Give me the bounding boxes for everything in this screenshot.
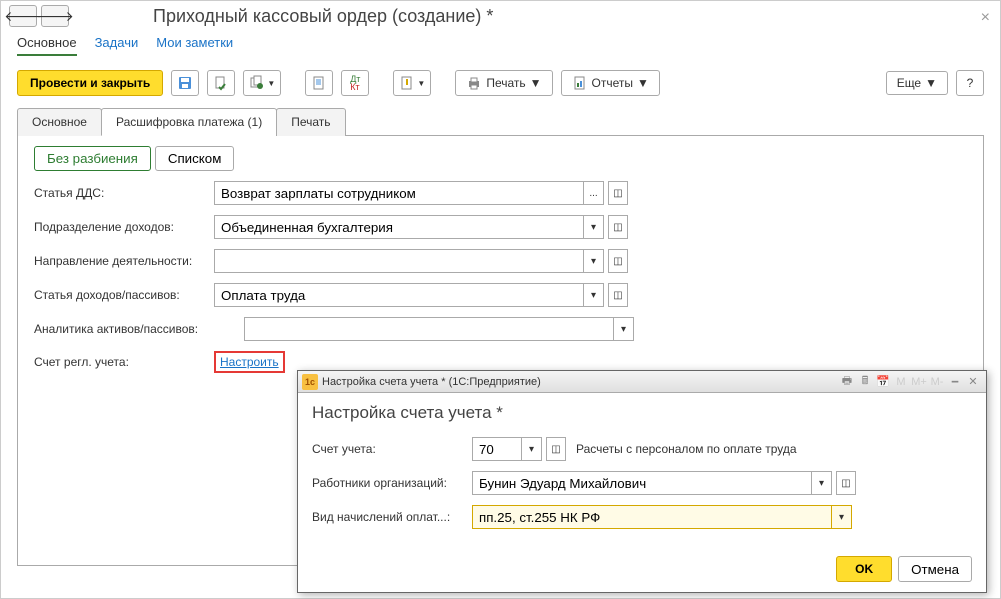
label-account: Счет регл. учета:: [34, 355, 214, 369]
input-dept-open[interactable]: ◫: [608, 215, 628, 239]
configure-link[interactable]: Настроить: [214, 351, 285, 373]
d-input-account[interactable]: [472, 437, 522, 461]
paperclip-icon: [399, 75, 415, 91]
report-icon: [572, 75, 588, 91]
d-label-worker: Работники организаций:: [312, 476, 472, 490]
dialog-mminus-button[interactable]: M-: [928, 374, 946, 390]
label-analytics: Аналитика активов/пассивов:: [34, 322, 244, 336]
row-dds: Статья ДДС: ... ◫: [34, 181, 967, 205]
d-input-paytype[interactable]: [472, 505, 832, 529]
account-settings-dialog: 1c Настройка счета учета * (1С:Предприят…: [297, 370, 987, 593]
dialog-minimize-icon[interactable]: 🗕: [946, 374, 964, 390]
print-button[interactable]: Печать▼: [455, 70, 552, 96]
create-based-on-button[interactable]: ▼: [243, 70, 281, 96]
printer-icon: [466, 75, 482, 91]
more-button[interactable]: Еще▼: [886, 71, 948, 95]
back-button[interactable]: 🡐: [9, 5, 37, 27]
row-dept: Подразделение доходов: ▾ ◫: [34, 215, 967, 239]
input-dds-open[interactable]: ◫: [608, 181, 628, 205]
d-input-account-dropdown[interactable]: ▾: [522, 437, 542, 461]
tab-payment-detail[interactable]: Расшифровка платежа (1): [101, 108, 277, 136]
d-input-worker[interactable]: [472, 471, 812, 495]
attach-button[interactable]: ▼: [393, 70, 431, 96]
dialog-close-icon[interactable]: ✕: [964, 374, 982, 390]
forward-button[interactable]: 🡒: [41, 5, 69, 27]
d-input-worker-open[interactable]: ◫: [836, 471, 856, 495]
dialog-ok-button[interactable]: OK: [836, 556, 892, 582]
nav-main[interactable]: Основное: [17, 35, 77, 56]
nav-row: 🡐 🡒 Приходный кассовый ордер (создание) …: [1, 1, 1000, 31]
input-dds[interactable]: [214, 181, 584, 205]
dialog-print-icon[interactable]: 🖶: [838, 374, 856, 390]
dialog-footer: OK Отмена: [836, 556, 972, 582]
label-dept: Подразделение доходов:: [34, 220, 214, 234]
help-button[interactable]: ?: [956, 70, 984, 96]
doc-button-1[interactable]: [305, 70, 333, 96]
input-income[interactable]: [214, 283, 584, 307]
tabs: Основное Расшифровка платежа (1) Печать: [17, 107, 984, 136]
d-row-worker: Работники организаций: ▾ ◫: [312, 471, 972, 495]
input-activity-dropdown[interactable]: ▾: [584, 249, 604, 273]
dialog-cancel-button[interactable]: Отмена: [898, 556, 972, 582]
save-button[interactable]: [171, 70, 199, 96]
input-dept-dropdown[interactable]: ▾: [584, 215, 604, 239]
mode-single-button[interactable]: Без разбиения: [34, 146, 151, 171]
d-input-paytype-dropdown[interactable]: ▾: [832, 505, 852, 529]
toolbar: Провести и закрыть ▼ ДтКт ▼ Печать▼ Отче…: [1, 64, 1000, 107]
row-analytics: Аналитика активов/пассивов: ▾: [34, 317, 967, 341]
app-icon: 1c: [302, 374, 318, 390]
floppy-icon: [177, 75, 193, 91]
d-input-worker-dropdown[interactable]: ▾: [812, 471, 832, 495]
input-activity-open[interactable]: ◫: [608, 249, 628, 273]
post-and-close-button[interactable]: Провести и закрыть: [17, 70, 163, 96]
dtct-icon: ДтКт: [350, 75, 360, 91]
tab-main[interactable]: Основное: [17, 108, 102, 136]
nav-links: Основное Задачи Мои заметки: [1, 31, 1000, 64]
d-input-account-open[interactable]: ◫: [546, 437, 566, 461]
label-income: Статья доходов/пассивов:: [34, 288, 214, 302]
reports-button[interactable]: Отчеты▼: [561, 70, 660, 96]
dialog-body: Настройка счета учета * Счет учета: ▾ ◫ …: [298, 393, 986, 549]
d-label-paytype: Вид начислений оплат...:: [312, 510, 472, 524]
d-row-paytype: Вид начислений оплат...: ▾: [312, 505, 972, 529]
tab-print[interactable]: Печать: [276, 108, 345, 136]
input-analytics-dropdown[interactable]: ▾: [614, 317, 634, 341]
dialog-titlebar: 1c Настройка счета учета * (1С:Предприят…: [298, 371, 986, 393]
dtct-button[interactable]: ДтКт: [341, 70, 369, 96]
documents-icon: [249, 75, 265, 91]
nav-tasks[interactable]: Задачи: [95, 35, 139, 56]
dialog-calc-icon[interactable]: 🖩: [856, 374, 874, 390]
dialog-heading: Настройка счета учета *: [312, 403, 972, 423]
d-row-account: Счет учета: ▾ ◫ Расчеты с персоналом по …: [312, 437, 972, 461]
mode-buttons: Без разбиения Списком: [34, 146, 967, 171]
input-activity[interactable]: [214, 249, 584, 273]
dialog-m-button[interactable]: M: [892, 374, 910, 390]
dialog-title: Настройка счета учета * (1С:Предприятие): [322, 376, 838, 388]
label-activity: Направление деятельности:: [34, 254, 214, 268]
label-dds: Статья ДДС:: [34, 186, 214, 200]
close-icon[interactable]: ×: [981, 9, 990, 27]
nav-notes[interactable]: Мои заметки: [156, 35, 233, 56]
post-button[interactable]: [207, 70, 235, 96]
d-label-account: Счет учета:: [312, 442, 472, 456]
row-income: Статья доходов/пассивов: ▾ ◫: [34, 283, 967, 307]
input-income-dropdown[interactable]: ▾: [584, 283, 604, 307]
input-analytics[interactable]: [244, 317, 614, 341]
dialog-calendar-icon[interactable]: 📅: [874, 374, 892, 390]
input-dept[interactable]: [214, 215, 584, 239]
mode-list-button[interactable]: Списком: [155, 146, 235, 171]
document-icon: [311, 75, 327, 91]
dialog-mplus-button[interactable]: M+: [910, 374, 928, 390]
input-income-open[interactable]: ◫: [608, 283, 628, 307]
document-check-icon: [213, 75, 229, 91]
d-account-desc: Расчеты с персоналом по оплате труда: [576, 442, 797, 456]
page-title: Приходный кассовый ордер (создание) *: [153, 6, 493, 27]
input-dds-ellipsis[interactable]: ...: [584, 181, 604, 205]
main-window: 🡐 🡒 Приходный кассовый ордер (создание) …: [0, 0, 1001, 599]
row-activity: Направление деятельности: ▾ ◫: [34, 249, 967, 273]
